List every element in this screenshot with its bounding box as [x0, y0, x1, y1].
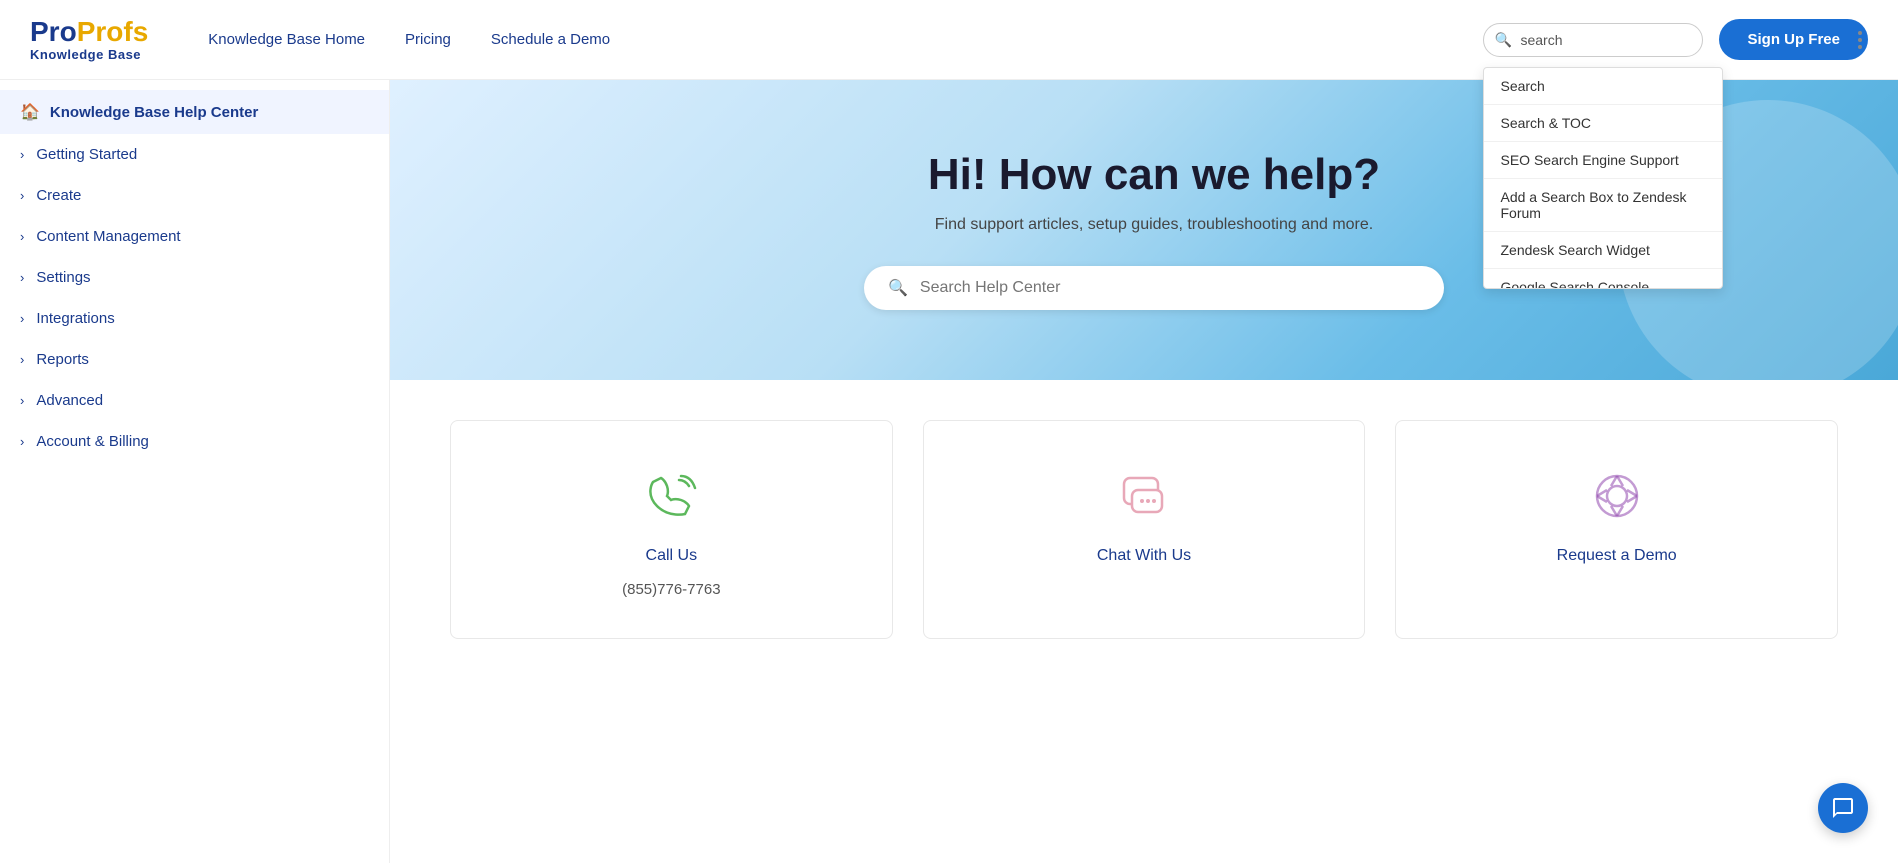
logo-subtitle: Knowledge Base: [30, 48, 148, 61]
cards-section: Call Us (855)776-7763: [390, 380, 1898, 679]
header: ProProfs Knowledge Base Knowledge Base H…: [0, 0, 1898, 80]
dropdown-item-google-search[interactable]: Google Search Console: [1484, 269, 1722, 288]
logo: ProProfs Knowledge Base: [30, 18, 148, 61]
sidebar: 🏠 Knowledge Base Help Center › Getting S…: [0, 80, 390, 863]
hero-title: Hi! How can we help?: [928, 150, 1380, 200]
sidebar-item-getting-started[interactable]: › Getting Started: [0, 134, 389, 175]
sidebar-item-reports[interactable]: › Reports: [0, 339, 389, 380]
hero-subtitle: Find support articles, setup guides, tro…: [935, 216, 1373, 234]
chat-icon: [1109, 461, 1179, 531]
home-icon: 🏠: [20, 102, 40, 122]
card-chat-label: Chat With Us: [1097, 547, 1191, 565]
header-right: 🔍 Search Search & TOC SEO Search Engine …: [1483, 19, 1868, 60]
sidebar-item-label-kb-help-center: Knowledge Base Help Center: [50, 104, 258, 121]
hero-search-bar: 🔍: [864, 266, 1444, 310]
search-wrapper: 🔍 Search Search & TOC SEO Search Engine …: [1483, 23, 1703, 57]
nav-kb-home[interactable]: Knowledge Base Home: [208, 31, 365, 48]
sidebar-item-account-billing[interactable]: › Account & Billing: [0, 421, 389, 462]
sidebar-item-label-advanced: Advanced: [36, 392, 103, 409]
sidebar-item-label-create: Create: [36, 187, 81, 204]
floating-chat-button[interactable]: [1818, 783, 1868, 833]
lifebuoy-icon: [1582, 461, 1652, 531]
card-call-us-label: Call Us: [646, 547, 698, 565]
chevron-icon-advanced: ›: [20, 393, 24, 408]
card-call-us-value: (855)776-7763: [622, 581, 720, 598]
hero-search-input[interactable]: [920, 279, 1420, 297]
chevron-icon-integrations: ›: [20, 311, 24, 326]
more-options[interactable]: [1858, 31, 1862, 49]
dropdown-item-search-toc[interactable]: Search & TOC: [1484, 105, 1722, 142]
sidebar-item-label-account-billing: Account & Billing: [36, 433, 149, 450]
nav-schedule-demo[interactable]: Schedule a Demo: [491, 31, 610, 48]
nav: Knowledge Base Home Pricing Schedule a D…: [208, 31, 1483, 48]
dropdown-item-seo[interactable]: SEO Search Engine Support: [1484, 142, 1722, 179]
sidebar-item-settings[interactable]: › Settings: [0, 257, 389, 298]
sidebar-item-label-integrations: Integrations: [36, 310, 114, 327]
dropdown-item-search[interactable]: Search: [1484, 68, 1722, 105]
phone-icon: [636, 461, 706, 531]
chevron-icon-getting-started: ›: [20, 147, 24, 162]
nav-pricing[interactable]: Pricing: [405, 31, 451, 48]
hero-search-icon: 🔍: [888, 278, 908, 298]
card-demo-label: Request a Demo: [1557, 547, 1677, 565]
sidebar-item-create[interactable]: › Create: [0, 175, 389, 216]
sidebar-item-kb-help-center[interactable]: 🏠 Knowledge Base Help Center: [0, 90, 389, 134]
logo-pro: Pro: [30, 18, 77, 46]
sidebar-item-label-getting-started: Getting Started: [36, 146, 137, 163]
search-dropdown: Search Search & TOC SEO Search Engine Su…: [1483, 67, 1723, 289]
logo-profs: Profs: [77, 18, 149, 46]
card-call-us[interactable]: Call Us (855)776-7763: [450, 420, 893, 639]
sidebar-item-label-settings: Settings: [36, 269, 90, 286]
sidebar-item-label-content-management: Content Management: [36, 228, 180, 245]
chevron-icon-create: ›: [20, 188, 24, 203]
search-icon: 🔍: [1494, 31, 1511, 48]
card-request-demo[interactable]: Request a Demo: [1395, 420, 1838, 639]
search-input[interactable]: [1483, 23, 1703, 57]
sidebar-item-content-management[interactable]: › Content Management: [0, 216, 389, 257]
dropdown-item-zendesk-forum[interactable]: Add a Search Box to Zendesk Forum: [1484, 179, 1722, 232]
sidebar-item-label-reports: Reports: [36, 351, 89, 368]
card-chat-with-us[interactable]: Chat With Us: [923, 420, 1366, 639]
sidebar-item-advanced[interactable]: › Advanced: [0, 380, 389, 421]
dropdown-scroll: Search Search & TOC SEO Search Engine Su…: [1484, 68, 1722, 288]
chevron-icon-reports: ›: [20, 352, 24, 367]
chevron-icon-account-billing: ›: [20, 434, 24, 449]
chevron-icon-content-management: ›: [20, 229, 24, 244]
sidebar-item-integrations[interactable]: › Integrations: [0, 298, 389, 339]
chevron-icon-settings: ›: [20, 270, 24, 285]
dropdown-item-zendesk-widget[interactable]: Zendesk Search Widget: [1484, 232, 1722, 269]
signup-button[interactable]: Sign Up Free: [1719, 19, 1868, 60]
